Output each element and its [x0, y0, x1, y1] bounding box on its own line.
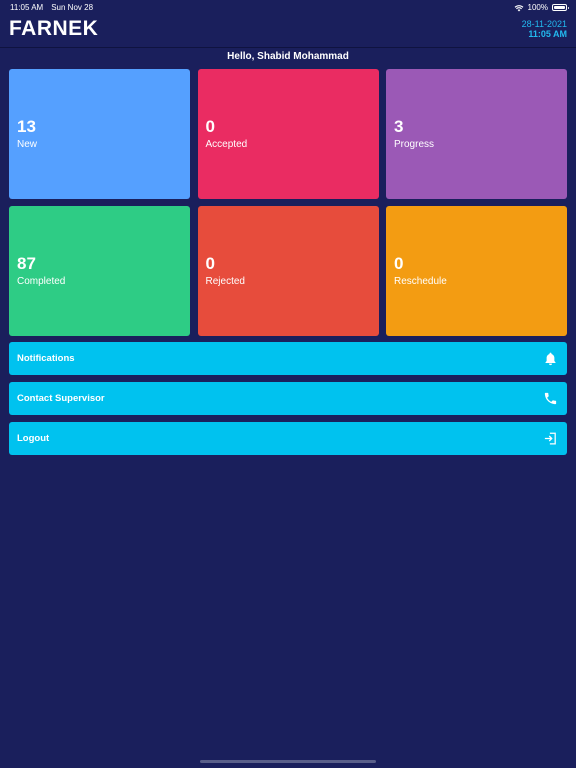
header-datetime: 28-11-2021 11:05 AM	[522, 19, 567, 39]
action-label: Contact Supervisor	[17, 393, 105, 404]
status-time: 11:05 AM	[10, 3, 44, 12]
tile-label: Rejected	[205, 276, 245, 287]
tile-count: 0	[205, 117, 215, 136]
contact-supervisor-button[interactable]: Contact Supervisor	[9, 382, 567, 415]
tile-reschedule[interactable]: 0 Reschedule	[386, 206, 567, 336]
header-date: 28-11-2021	[521, 19, 567, 29]
greeting-text: Hello, Shabid Mohammad	[227, 51, 349, 62]
status-right: 100%	[514, 3, 569, 12]
tile-progress[interactable]: 3 Progress	[386, 69, 567, 199]
app-logo: FARNEK	[9, 17, 99, 40]
notifications-button[interactable]: Notifications	[9, 342, 567, 375]
bell-icon	[545, 352, 556, 366]
battery-percent: 100%	[527, 3, 548, 12]
phone-icon	[544, 392, 557, 405]
status-tiles-grid: 13 New 0 Accepted 3 Progress 87 Complete…	[9, 69, 567, 336]
status-left: 11:05 AM Sun Nov 28	[10, 3, 93, 12]
tile-count: 3	[394, 117, 404, 136]
tile-label: Progress	[394, 139, 435, 150]
action-label: Notifications	[17, 353, 75, 364]
tile-accepted[interactable]: 0 Accepted	[197, 69, 379, 199]
wifi-icon	[514, 4, 523, 11]
action-label: Logout	[17, 433, 50, 444]
tile-new[interactable]: 13 New	[9, 69, 190, 199]
tile-count: 0	[394, 254, 404, 273]
tile-label: New	[17, 139, 38, 150]
status-date: Sun Nov 28	[51, 3, 94, 12]
logout-button[interactable]: Logout	[9, 422, 567, 455]
logout-icon	[544, 432, 556, 445]
tile-completed[interactable]: 87 Completed	[9, 206, 190, 336]
action-list: Notifications Contact Supervisor Logout	[9, 342, 567, 462]
app-header: FARNEK 28-11-2021 11:05 AM	[0, 14, 576, 48]
home-indicator[interactable]	[200, 760, 376, 763]
tile-label: Reschedule	[394, 276, 447, 287]
battery-icon	[552, 4, 569, 11]
tile-count: 87	[17, 254, 36, 273]
tile-rejected[interactable]: 0 Rejected	[197, 206, 379, 336]
header-time: 11:05 AM	[528, 29, 567, 39]
status-bar: 11:05 AM Sun Nov 28 100%	[0, 0, 576, 14]
tile-count: 13	[17, 117, 36, 136]
tile-label: Completed	[17, 276, 66, 287]
tile-label: Accepted	[205, 139, 248, 150]
tile-count: 0	[205, 254, 215, 273]
